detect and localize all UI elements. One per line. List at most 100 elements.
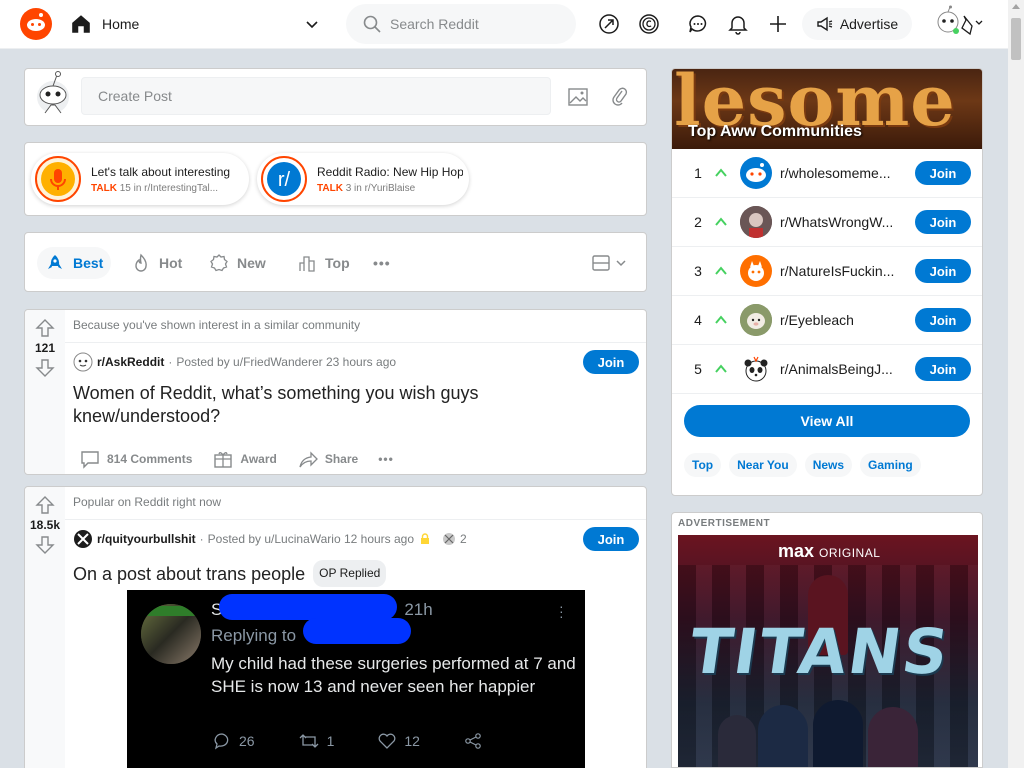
join-button[interactable]: Join bbox=[915, 161, 971, 185]
community-name[interactable]: r/NatureIsFuckin... bbox=[780, 263, 908, 279]
scroll-up-arrow-icon[interactable] bbox=[1012, 4, 1020, 9]
post-card[interactable]: 18.5k Popular on Reddit right now r/quit… bbox=[24, 486, 647, 768]
join-button[interactable]: Join bbox=[915, 308, 971, 332]
category-tab-gaming[interactable]: Gaming bbox=[860, 453, 921, 477]
community-row[interactable]: 2 r/WhatsWrongW... Join bbox=[672, 198, 982, 247]
sort-top-tab[interactable]: Top bbox=[289, 247, 358, 279]
share-button[interactable]: Share bbox=[293, 444, 362, 474]
link-icon[interactable] bbox=[609, 86, 631, 108]
category-tab-near-you[interactable]: Near You bbox=[729, 453, 797, 477]
post-title[interactable]: On a post about trans people bbox=[73, 564, 305, 584]
sort-new-tab[interactable]: New bbox=[201, 247, 274, 279]
community-avatar bbox=[740, 304, 772, 336]
sort-best-tab[interactable]: Best bbox=[37, 247, 112, 279]
downvote-arrow-icon[interactable] bbox=[35, 535, 55, 555]
vote-column: 18.5k bbox=[25, 487, 65, 768]
ad-brand: max ORIGINAL bbox=[778, 541, 881, 561]
post-recommendation-reason: Because you've shown interest in a simil… bbox=[73, 318, 361, 332]
search-bar[interactable] bbox=[346, 4, 576, 44]
subreddit-link[interactable]: r/AskReddit bbox=[97, 355, 164, 369]
create-post-card bbox=[24, 68, 647, 126]
coins-icon[interactable] bbox=[637, 12, 661, 36]
scrollbar-thumb[interactable] bbox=[1011, 18, 1021, 60]
askreddit-icon[interactable] bbox=[73, 352, 93, 372]
share-label: Share bbox=[324, 452, 359, 466]
reddit-logo-icon[interactable] bbox=[20, 8, 52, 40]
posted-by[interactable]: Posted by u/FriedWanderer 23 hours ago bbox=[176, 355, 396, 369]
scrollbar[interactable] bbox=[1008, 0, 1024, 768]
community-rank: 5 bbox=[694, 361, 702, 377]
gift-icon bbox=[214, 452, 233, 468]
chat-icon[interactable] bbox=[686, 12, 710, 36]
category-tab-top[interactable]: Top bbox=[684, 453, 722, 477]
community-row[interactable]: 4 r/Eyebleach Join bbox=[672, 296, 982, 345]
community-name[interactable]: r/Eyebleach bbox=[780, 312, 908, 328]
post-meta: r/quityourbullshit · Posted by u/LucinaW… bbox=[73, 529, 467, 549]
award-icon bbox=[443, 533, 456, 545]
join-button[interactable]: Join bbox=[583, 350, 639, 374]
category-tab-news[interactable]: News bbox=[804, 453, 853, 477]
sort-best-label: Best bbox=[73, 255, 104, 271]
microphone-icon bbox=[41, 162, 75, 196]
chevron-down-icon bbox=[306, 21, 318, 29]
community-rank: 3 bbox=[694, 263, 702, 279]
upvote-arrow-icon[interactable] bbox=[35, 495, 55, 515]
community-avatar bbox=[740, 353, 772, 385]
home-dropdown[interactable]: Home bbox=[68, 8, 330, 40]
more-options-icon[interactable]: ••• bbox=[374, 448, 398, 470]
community-name[interactable]: r/AnimalsBeingJ... bbox=[780, 361, 908, 377]
user-menu[interactable] bbox=[934, 4, 984, 40]
post-title[interactable]: Women of Reddit, what’s something you wi… bbox=[73, 382, 593, 428]
share-nodes-icon bbox=[465, 733, 481, 749]
vote-column: 121 bbox=[25, 310, 65, 474]
community-row[interactable]: 3 r/NatureIsFuckin... Join bbox=[672, 247, 982, 296]
posted-by[interactable]: Posted by u/LucinaWario 12 hours ago bbox=[208, 532, 414, 546]
talk-meta: 3 in r/YuriBlaise bbox=[345, 182, 416, 194]
community-rank: 4 bbox=[694, 312, 702, 328]
share-arrow-icon bbox=[299, 451, 318, 468]
join-button[interactable]: Join bbox=[583, 527, 639, 551]
ad-label: ADVERTISEMENT bbox=[678, 518, 771, 529]
sort-more-icon[interactable]: ••• bbox=[365, 247, 399, 279]
comments-button[interactable]: 814 Comments bbox=[75, 444, 196, 474]
community-name[interactable]: r/wholesomeme... bbox=[780, 165, 908, 181]
divider bbox=[65, 342, 646, 343]
community-name[interactable]: r/WhatsWrongW... bbox=[780, 214, 908, 230]
talk-item[interactable]: r/ Reddit Radio: New Hip Hop TALK 3 in r… bbox=[257, 153, 469, 205]
subreddit-link[interactable]: r/quityourbullshit bbox=[97, 532, 196, 546]
comments-count: 814 Comments bbox=[107, 452, 193, 466]
post-image-tweet-screenshot[interactable]: S 21h Replying to · · · My child had these … bbox=[127, 590, 585, 768]
join-button[interactable]: Join bbox=[915, 210, 971, 234]
community-row[interactable]: 1 r/wholesomeme... Join bbox=[672, 149, 982, 198]
search-input[interactable] bbox=[390, 16, 560, 32]
create-plus-icon[interactable] bbox=[766, 12, 790, 36]
image-upload-icon[interactable] bbox=[567, 86, 589, 108]
layout-switch-dropdown[interactable] bbox=[583, 247, 635, 279]
join-button[interactable]: Join bbox=[915, 357, 971, 381]
retweet-icon bbox=[299, 734, 319, 748]
snoo-avatar-icon bbox=[37, 71, 69, 114]
advertise-button[interactable]: Advertise bbox=[802, 8, 912, 40]
join-button[interactable]: Join bbox=[915, 259, 971, 283]
upvote-arrow-icon[interactable] bbox=[35, 318, 55, 338]
talk-title: Let's talk about interesting bbox=[91, 164, 231, 179]
create-post-input[interactable] bbox=[81, 77, 551, 115]
lock-icon bbox=[421, 533, 430, 544]
post-card[interactable]: 121 Because you've shown interest in a s… bbox=[24, 309, 647, 475]
card-layout-icon bbox=[592, 255, 610, 271]
quityourbullshit-icon[interactable] bbox=[73, 529, 93, 549]
talk-rooms-card: Let's talk about interesting TALK 15 in … bbox=[24, 142, 647, 216]
community-row[interactable]: 5 r/AnimalsBeingJ... Join bbox=[672, 345, 982, 394]
post-flair[interactable]: OP Replied bbox=[313, 560, 387, 587]
community-rank: 1 bbox=[694, 165, 702, 181]
subreddit-r-icon: r/ bbox=[267, 162, 301, 196]
sort-hot-tab[interactable]: Hot bbox=[123, 247, 190, 279]
notification-bell-icon[interactable] bbox=[726, 12, 750, 36]
downvote-arrow-icon[interactable] bbox=[35, 358, 55, 378]
award-button[interactable]: Award bbox=[208, 444, 280, 474]
talk-item[interactable]: Let's talk about interesting TALK 15 in … bbox=[31, 153, 249, 205]
redaction-scribble bbox=[303, 618, 411, 644]
popular-icon[interactable] bbox=[597, 12, 621, 36]
ad-image[interactable]: max ORIGINAL TITANS bbox=[678, 535, 978, 767]
view-all-button[interactable]: View All bbox=[684, 405, 970, 437]
